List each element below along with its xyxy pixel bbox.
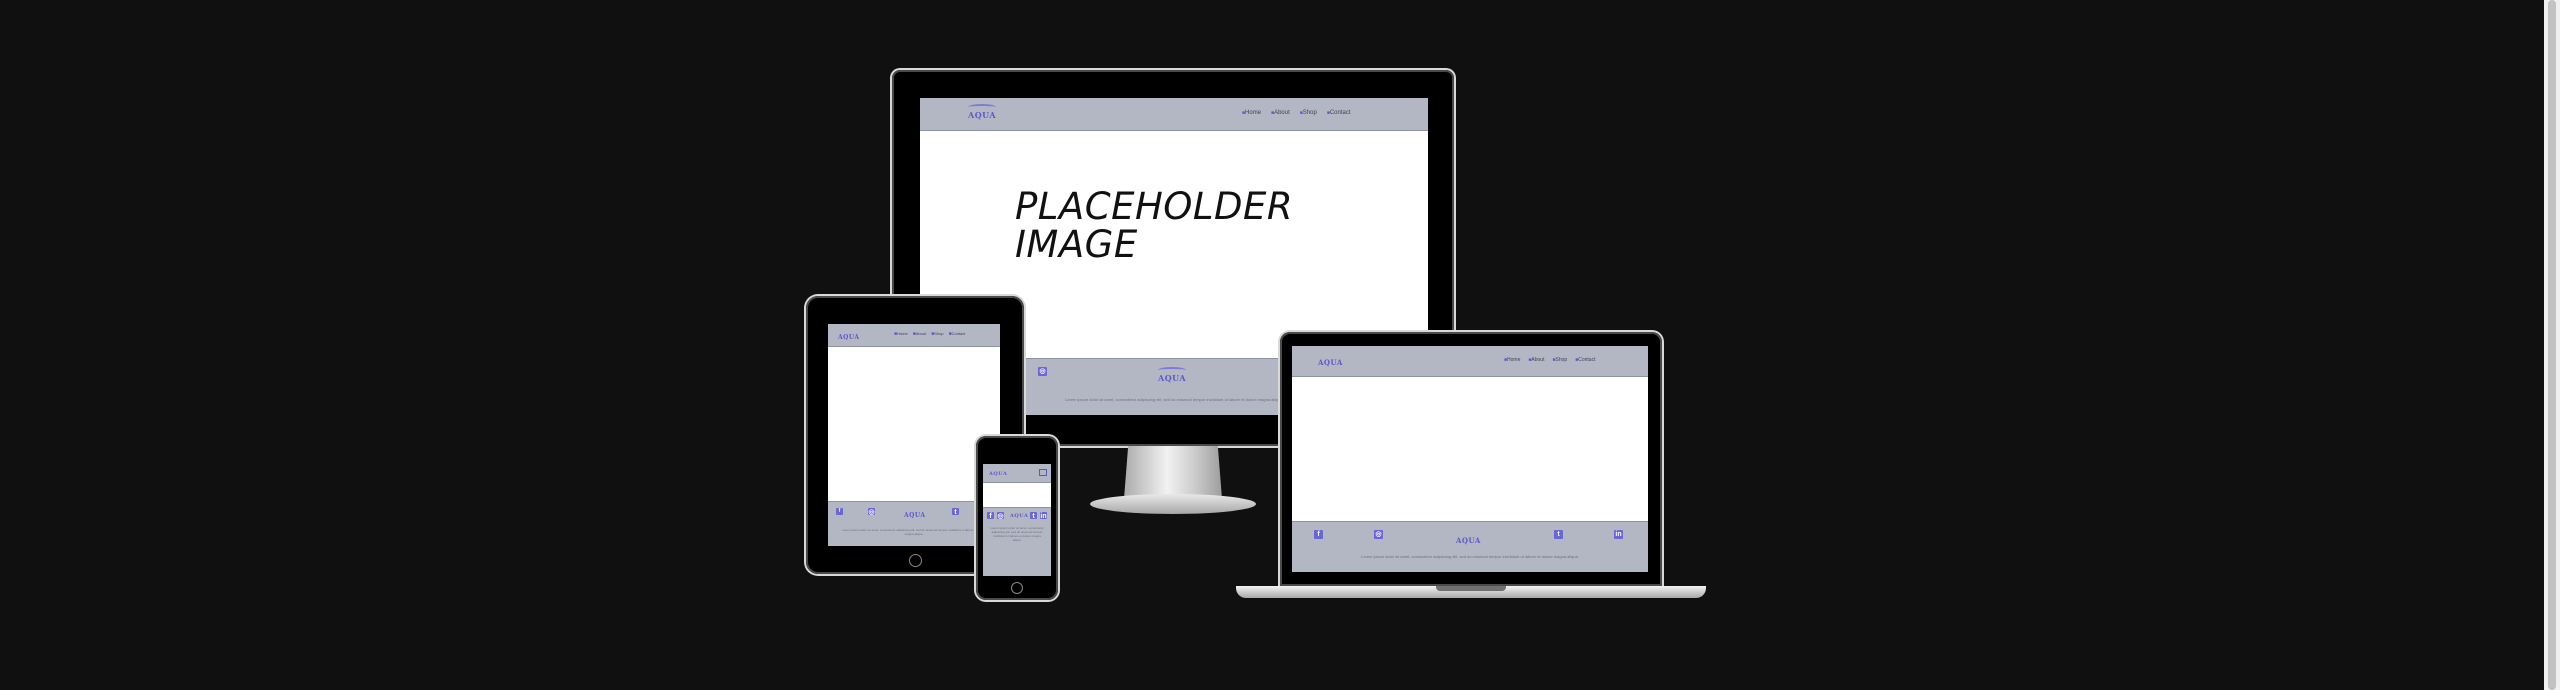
phone-footer-logo: AQUA bbox=[1010, 513, 1029, 519]
facebook-icon[interactable]: f bbox=[1314, 530, 1323, 539]
nav-contact[interactable]: Contact bbox=[1327, 110, 1351, 116]
monitor-stand-base bbox=[1090, 494, 1256, 514]
placeholder-line-2: IMAGE bbox=[1015, 223, 1138, 266]
scrollbar-thumb[interactable] bbox=[2548, 0, 2556, 690]
footer-logo: AQUA bbox=[1158, 367, 1187, 383]
twitter-icon[interactable]: t bbox=[1554, 530, 1563, 539]
tablet-logo-text: AQUA bbox=[838, 334, 860, 341]
laptop-site-nav: Home About Shop Contact bbox=[1504, 357, 1595, 363]
phone-screen: AQUA f ◎ AQUA t in Lorem ipsum dolor sit… bbox=[983, 464, 1051, 576]
phone-site-header: AQUA bbox=[983, 464, 1051, 483]
site-nav: Home About Shop Contact bbox=[1242, 110, 1351, 116]
twitter-icon[interactable]: t bbox=[952, 508, 959, 516]
facebook-icon[interactable]: f bbox=[987, 512, 994, 520]
laptop-nav-contact[interactable]: Contact bbox=[1575, 357, 1595, 363]
site-logo[interactable]: AQUA bbox=[968, 104, 997, 120]
phone-footer-copy: Lorem ipsum dolor sit amet, consectetur … bbox=[990, 526, 1044, 542]
laptop-footer-logo: AQUA bbox=[1456, 536, 1481, 545]
site-header: AQUA Home About Shop Contact bbox=[920, 98, 1428, 131]
tablet-home-button bbox=[909, 554, 922, 567]
phone-site-footer: f ◎ AQUA t in Lorem ipsum dolor sit amet… bbox=[983, 507, 1051, 576]
linkedin-icon[interactable]: in bbox=[1614, 530, 1623, 539]
hamburger-menu-icon[interactable] bbox=[1039, 469, 1047, 476]
laptop-site-header: AQUA Home About Shop Contact bbox=[1292, 346, 1648, 377]
nav-about[interactable]: About bbox=[1271, 110, 1290, 116]
laptop-site-logo[interactable]: AQUA bbox=[1318, 358, 1343, 367]
hero-placeholder-image: PLACEHOLDER IMAGE bbox=[1015, 188, 1293, 264]
phone-home-button bbox=[1011, 582, 1023, 594]
tablet-nav-about[interactable]: About bbox=[913, 331, 926, 337]
laptop-mockup: AQUA Home About Shop Contact f ◎ AQUA t … bbox=[1236, 332, 1706, 604]
page-scrollbar[interactable] bbox=[2544, 0, 2560, 690]
tablet-site-logo[interactable]: AQUA bbox=[838, 334, 860, 341]
tablet-site-nav: Home About Shop Contact bbox=[894, 331, 965, 337]
facebook-icon[interactable]: f bbox=[836, 508, 843, 515]
placeholder-line-1: PLACEHOLDER bbox=[1015, 185, 1294, 228]
logo-text: AQUA bbox=[968, 110, 997, 120]
laptop-nav-home[interactable]: Home bbox=[1504, 357, 1520, 363]
laptop-screen: AQUA Home About Shop Contact f ◎ AQUA t … bbox=[1292, 346, 1648, 572]
instagram-icon[interactable]: ◎ bbox=[1374, 530, 1383, 539]
tablet-nav-home[interactable]: Home bbox=[894, 331, 908, 337]
phone-site-logo[interactable]: AQUA bbox=[989, 471, 1007, 477]
nav-home[interactable]: Home bbox=[1242, 110, 1261, 116]
instagram-icon[interactable]: ◎ bbox=[1038, 367, 1047, 376]
nav-shop[interactable]: Shop bbox=[1300, 110, 1317, 116]
laptop-trackpad-notch bbox=[1436, 586, 1506, 591]
instagram-icon[interactable]: ◎ bbox=[868, 508, 875, 516]
tablet-nav-contact[interactable]: Contact bbox=[949, 331, 966, 337]
tablet-footer-copy: Lorem ipsum dolor sit amet, consectetur … bbox=[842, 528, 986, 536]
twitter-icon[interactable]: t bbox=[1030, 512, 1037, 520]
laptop-site-footer: f ◎ AQUA t in Lorem ipsum dolor sit amet… bbox=[1292, 521, 1648, 572]
tablet-screen: AQUA Home About Shop Contact f ◎ AQUA t … bbox=[828, 324, 1000, 546]
linkedin-icon[interactable]: in bbox=[1040, 512, 1047, 520]
phone-mockup: AQUA f ◎ AQUA t in Lorem ipsum dolor sit… bbox=[976, 436, 1060, 602]
tablet-footer-logo: AQUA bbox=[904, 512, 926, 519]
laptop-nav-shop[interactable]: Shop bbox=[1552, 357, 1568, 363]
footer-logo-text: AQUA bbox=[1158, 373, 1187, 383]
tablet-nav-shop[interactable]: Shop bbox=[931, 331, 943, 337]
tablet-site-header: AQUA Home About Shop Contact bbox=[828, 324, 1000, 347]
laptop-nav-about[interactable]: About bbox=[1528, 357, 1544, 363]
instagram-icon[interactable]: ◎ bbox=[997, 512, 1004, 520]
tablet-site-footer: f ◎ AQUA t Lorem ipsum dolor sit amet, c… bbox=[828, 501, 1000, 546]
laptop-footer-copy: Lorem ipsum dolor sit amet, consectetur … bbox=[1361, 554, 1579, 559]
